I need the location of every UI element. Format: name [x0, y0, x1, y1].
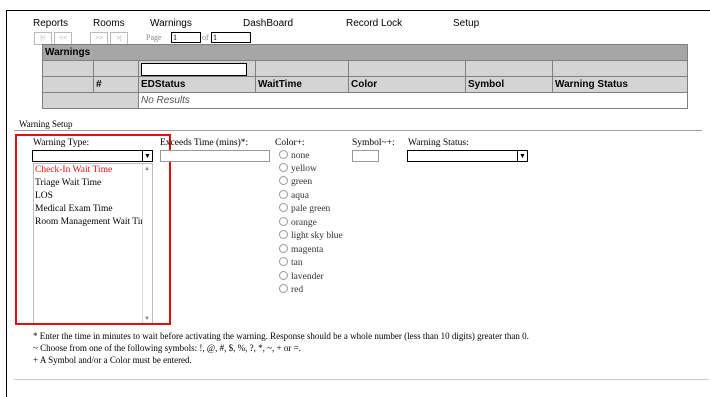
column-header-symbol[interactable]: Symbol: [465, 76, 553, 93]
color-option-label: orange: [291, 218, 317, 228]
column-header-color[interactable]: Color: [348, 76, 466, 93]
warnings-table: Warnings # EDStatus WaitTime Color Symbo…: [42, 44, 688, 109]
radio-icon: [279, 230, 288, 239]
color-radio-tan[interactable]: tan: [279, 257, 303, 268]
table-caption: Warnings: [42, 44, 688, 61]
color-option-label: none: [291, 151, 310, 161]
symbol-input[interactable]: [352, 150, 379, 162]
radio-icon: [279, 190, 288, 199]
color-option-label: tan: [291, 258, 303, 268]
column-header-warning-status[interactable]: Warning Status: [552, 76, 688, 93]
filter-cell: [465, 60, 553, 77]
color-option-label: magenta: [291, 245, 324, 255]
color-radio-none[interactable]: none: [279, 150, 309, 161]
exceeds-time-input[interactable]: [160, 150, 270, 162]
empty-cell: [42, 92, 139, 109]
column-header-number[interactable]: #: [93, 76, 139, 93]
radio-icon: [279, 271, 288, 280]
warning-status-select[interactable]: ▼: [407, 150, 528, 162]
radio-icon: [279, 244, 288, 253]
color-radio-magenta[interactable]: magenta: [279, 244, 323, 255]
menu-setup[interactable]: Setup: [453, 18, 479, 29]
color-label: Color+:: [275, 138, 305, 148]
footer-divider: [14, 379, 709, 380]
color-radio-green[interactable]: green: [279, 176, 312, 187]
color-option-label: red: [291, 285, 304, 295]
filter-cell: [42, 60, 94, 77]
filter-cell: [93, 60, 139, 77]
no-results-text: No Results: [138, 92, 688, 109]
note-symbols: ~ Choose from one of the following symbo…: [33, 343, 301, 353]
color-option-label: lavender: [291, 272, 324, 282]
page-input[interactable]: [171, 32, 201, 43]
color-radio-yellow[interactable]: yellow: [279, 163, 317, 174]
color-option-label: green: [291, 177, 313, 187]
color-radio-aqua[interactable]: aqua: [279, 190, 309, 201]
exceeds-time-label: Exceeds Time (mins)*:: [160, 138, 249, 148]
color-option-label: pale green: [291, 204, 331, 214]
radio-icon: [279, 284, 288, 293]
edstatus-filter-input[interactable]: [141, 62, 247, 76]
color-radio-orange[interactable]: orange: [279, 217, 317, 228]
radio-icon: [279, 176, 288, 185]
radio-icon: [279, 163, 288, 172]
color-radio-lavender[interactable]: lavender: [279, 271, 324, 282]
column-header: [42, 76, 94, 93]
menu-reports[interactable]: Reports: [33, 18, 68, 29]
menu-record-lock[interactable]: Record Lock: [346, 18, 402, 29]
symbol-label: Symbol~+:: [352, 138, 395, 148]
menu-rooms[interactable]: Rooms: [93, 18, 125, 29]
radio-icon: [279, 150, 288, 159]
warning-status-label: Warning Status:: [408, 138, 469, 148]
warning-setup-fieldset: [14, 130, 702, 131]
note-time: * Enter the time in minutes to wait befo…: [33, 331, 529, 341]
page-label: Page: [146, 33, 162, 42]
column-header-waittime[interactable]: WaitTime: [255, 76, 349, 93]
color-option-label: aqua: [291, 191, 309, 201]
menu-warnings[interactable]: Warnings: [150, 18, 192, 29]
radio-icon: [279, 217, 288, 226]
color-radio-light-sky-blue[interactable]: light sky blue: [279, 230, 343, 241]
filter-cell: [552, 60, 688, 77]
color-radio-pale-green[interactable]: pale green: [279, 203, 330, 214]
filter-cell: [255, 60, 349, 77]
color-option-label: light sky blue: [291, 231, 343, 241]
highlight-box: [15, 134, 171, 325]
color-radio-red[interactable]: red: [279, 284, 303, 295]
filter-cell: [138, 60, 256, 77]
radio-icon: [279, 203, 288, 212]
radio-icon: [279, 257, 288, 266]
column-header-edstatus[interactable]: EDStatus: [138, 76, 256, 93]
warning-setup-legend: Warning Setup: [17, 119, 75, 129]
of-label: of: [202, 33, 209, 42]
note-symbol-or-color: + A Symbol and/or a Color must be entere…: [33, 355, 192, 365]
filter-cell: [348, 60, 466, 77]
color-option-label: yellow: [291, 164, 317, 174]
chevron-down-icon[interactable]: ▼: [517, 151, 527, 161]
total-pages-input: [211, 32, 251, 43]
menu-dashboard[interactable]: DashBoard: [243, 18, 293, 29]
